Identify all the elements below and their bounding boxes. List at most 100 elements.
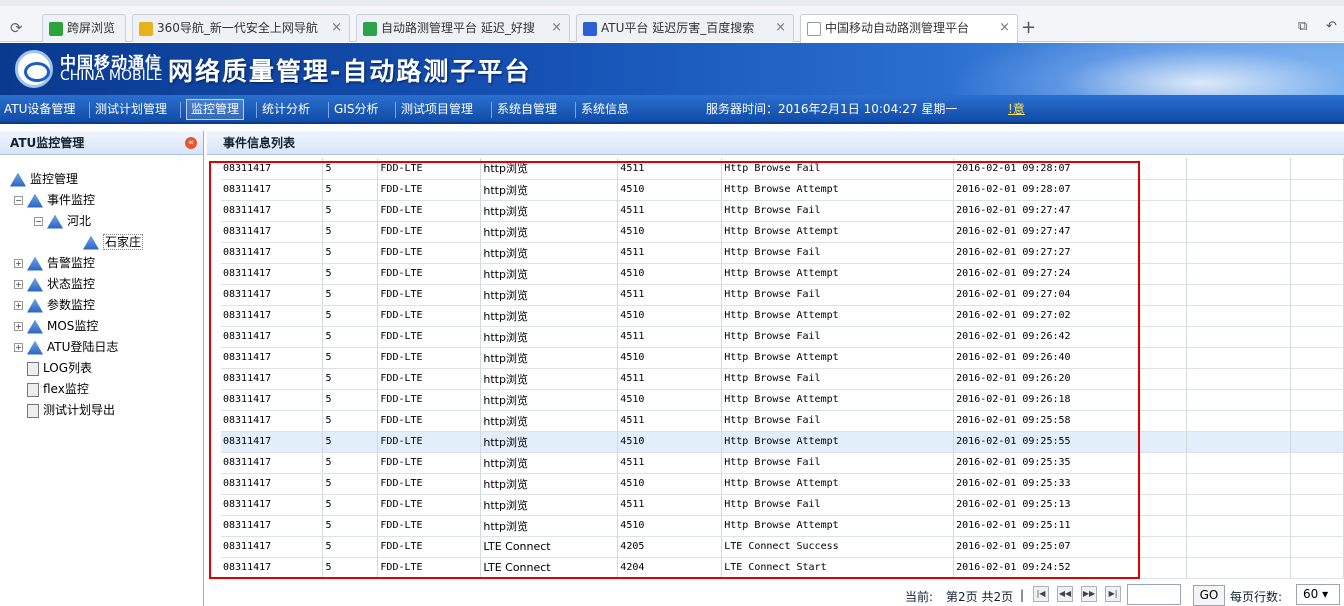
collapse-node-icon[interactable]: − — [14, 196, 23, 205]
sidebar: ATU监控管理 « 监控管理 − 事件监控 − 河北 石家庄 + 告警监控 + 状态监控 + 参数监控… — [0, 131, 204, 606]
pager-separator: | — [1020, 588, 1025, 602]
table-cell — [1186, 431, 1291, 453]
next-page-icon[interactable]: ▶▶ — [1081, 586, 1097, 602]
table-cell — [1186, 284, 1291, 306]
tree-node[interactable]: + 状态监控 — [14, 274, 95, 294]
tree-node[interactable]: − 河北 — [34, 211, 91, 231]
warning-link[interactable]: !意 — [1008, 95, 1025, 124]
table-cell — [1290, 515, 1344, 537]
tree-node[interactable]: + 告警监控 — [14, 253, 95, 273]
tab-label: 360导航_新一代安全上网导航 — [157, 21, 318, 35]
restore-window-icon[interactable]: ⧉ — [1298, 19, 1307, 34]
tree-node-label: MOS监控 — [47, 319, 99, 333]
tree-node-label: 参数监控 — [47, 298, 96, 312]
tab-label: 中国移动自动路测管理平台 — [825, 21, 970, 35]
go-button[interactable]: GO — [1193, 585, 1225, 606]
table-cell — [1290, 326, 1344, 348]
reload-icon[interactable]: ⟳ — [10, 18, 30, 38]
table-cell — [1186, 221, 1291, 243]
tree-node[interactable]: LOG列表 — [14, 358, 92, 378]
menu-item[interactable]: 统计分析 — [262, 95, 310, 124]
tree-node[interactable]: flex监控 — [14, 379, 89, 399]
tab-favicon-icon — [807, 21, 821, 36]
table-cell — [1290, 242, 1344, 264]
expand-icon[interactable]: + — [14, 343, 23, 352]
browser-tab[interactable]: 中国移动自动路测管理平台 × — [800, 14, 1018, 43]
tree-node[interactable]: − 事件监控 — [14, 190, 95, 210]
china-mobile-logo-icon — [15, 50, 53, 88]
table-cell — [1186, 158, 1291, 180]
undo-close-icon[interactable]: ↶ — [1326, 19, 1337, 34]
last-page-icon[interactable]: ▶| — [1105, 586, 1121, 602]
tree-node-label: flex监控 — [43, 382, 89, 396]
tab-favicon-icon — [49, 21, 63, 36]
pager-current-label: 当前: — [905, 590, 934, 604]
menu-item[interactable]: 测试项目管理 — [401, 95, 473, 124]
highlight-annotation — [209, 161, 1140, 579]
tree-node-label: 告警监控 — [47, 256, 96, 270]
tab-favicon-icon — [363, 21, 377, 36]
menu-item[interactable]: 系统自管理 — [497, 95, 557, 124]
tree-node[interactable]: 石家庄 — [70, 232, 144, 252]
browser-tab[interactable]: 自动路测管理平台 延迟_好搜 × — [356, 14, 570, 42]
menu-separator — [575, 102, 576, 118]
prev-page-icon[interactable]: ◀◀ — [1057, 586, 1073, 602]
menu-separator — [395, 102, 396, 118]
browser-tab[interactable]: 跨屏浏览 — [42, 14, 126, 42]
expand-icon[interactable]: + — [14, 322, 23, 331]
tree-node-label: 状态监控 — [47, 277, 96, 291]
chevron-down-icon: ▾ — [1322, 587, 1329, 601]
close-tab-icon[interactable]: × — [775, 15, 786, 41]
network-icon — [10, 172, 26, 187]
table-cell — [1186, 347, 1291, 369]
network-icon — [47, 214, 63, 229]
tree-node[interactable]: + ATU登陆日志 — [14, 337, 118, 357]
menu-separator — [180, 102, 181, 118]
table-cell — [1186, 389, 1291, 411]
menu-item[interactable]: ATU设备管理 — [4, 95, 75, 124]
browser-tab[interactable]: 360导航_新一代安全上网导航 × — [132, 14, 350, 42]
menu-item[interactable]: GIS分析 — [334, 95, 378, 124]
tree-node[interactable]: 测试计划导出 — [14, 400, 115, 420]
collapse-node-icon[interactable]: − — [34, 217, 43, 226]
menu-item[interactable]: 测试计划管理 — [95, 95, 167, 124]
expand-icon[interactable]: + — [14, 280, 23, 289]
new-tab-icon[interactable]: + — [1021, 17, 1036, 38]
table-cell — [1186, 473, 1291, 495]
first-page-icon[interactable]: |◀ — [1033, 586, 1049, 602]
table-cell — [1290, 200, 1344, 222]
table-cell — [1186, 242, 1291, 264]
content-title: 事件信息列表 — [207, 131, 1344, 155]
table-cell — [1290, 284, 1344, 306]
close-tab-icon[interactable]: × — [551, 15, 562, 41]
table-cell — [1290, 305, 1344, 327]
table-cell — [1186, 326, 1291, 348]
document-icon — [27, 382, 39, 397]
close-tab-icon[interactable]: × — [331, 15, 342, 41]
menu-separator — [328, 102, 329, 118]
tree-node[interactable]: 监控管理 — [10, 169, 78, 189]
tree-node[interactable]: + MOS监控 — [14, 316, 98, 336]
main-menu: ATU设备管理 测试计划管理 监控管理 统计分析 GIS分析 测试项目管理 系统自管理 系统信… — [0, 95, 1344, 124]
browser-tab[interactable]: ATU平台 延迟厉害_百度搜索 × — [576, 14, 794, 42]
pager-page-text: 第2页 共2页 — [946, 590, 1014, 604]
table-cell — [1186, 515, 1291, 537]
rows-per-page-select[interactable]: 60 ▾ — [1296, 584, 1340, 605]
banner-decoration — [950, 43, 1344, 95]
tree-node-label: 事件监控 — [47, 193, 96, 207]
expand-icon[interactable]: + — [14, 301, 23, 310]
table-cell — [1186, 536, 1291, 558]
menu-item[interactable]: 监控管理 — [186, 99, 245, 120]
menu-item[interactable]: 系统信息 — [581, 95, 629, 124]
table-cell — [1186, 494, 1291, 516]
menu-separator — [491, 102, 492, 118]
expand-icon[interactable]: + — [14, 259, 23, 268]
table-cell — [1186, 452, 1291, 474]
table-cell — [1290, 557, 1344, 579]
collapse-icon[interactable]: « — [185, 137, 197, 149]
table-cell — [1290, 221, 1344, 243]
close-tab-icon[interactable]: × — [999, 15, 1010, 41]
tree-node[interactable]: + 参数监控 — [14, 295, 95, 315]
table-cell — [1290, 431, 1344, 453]
page-number-input[interactable] — [1127, 584, 1181, 605]
